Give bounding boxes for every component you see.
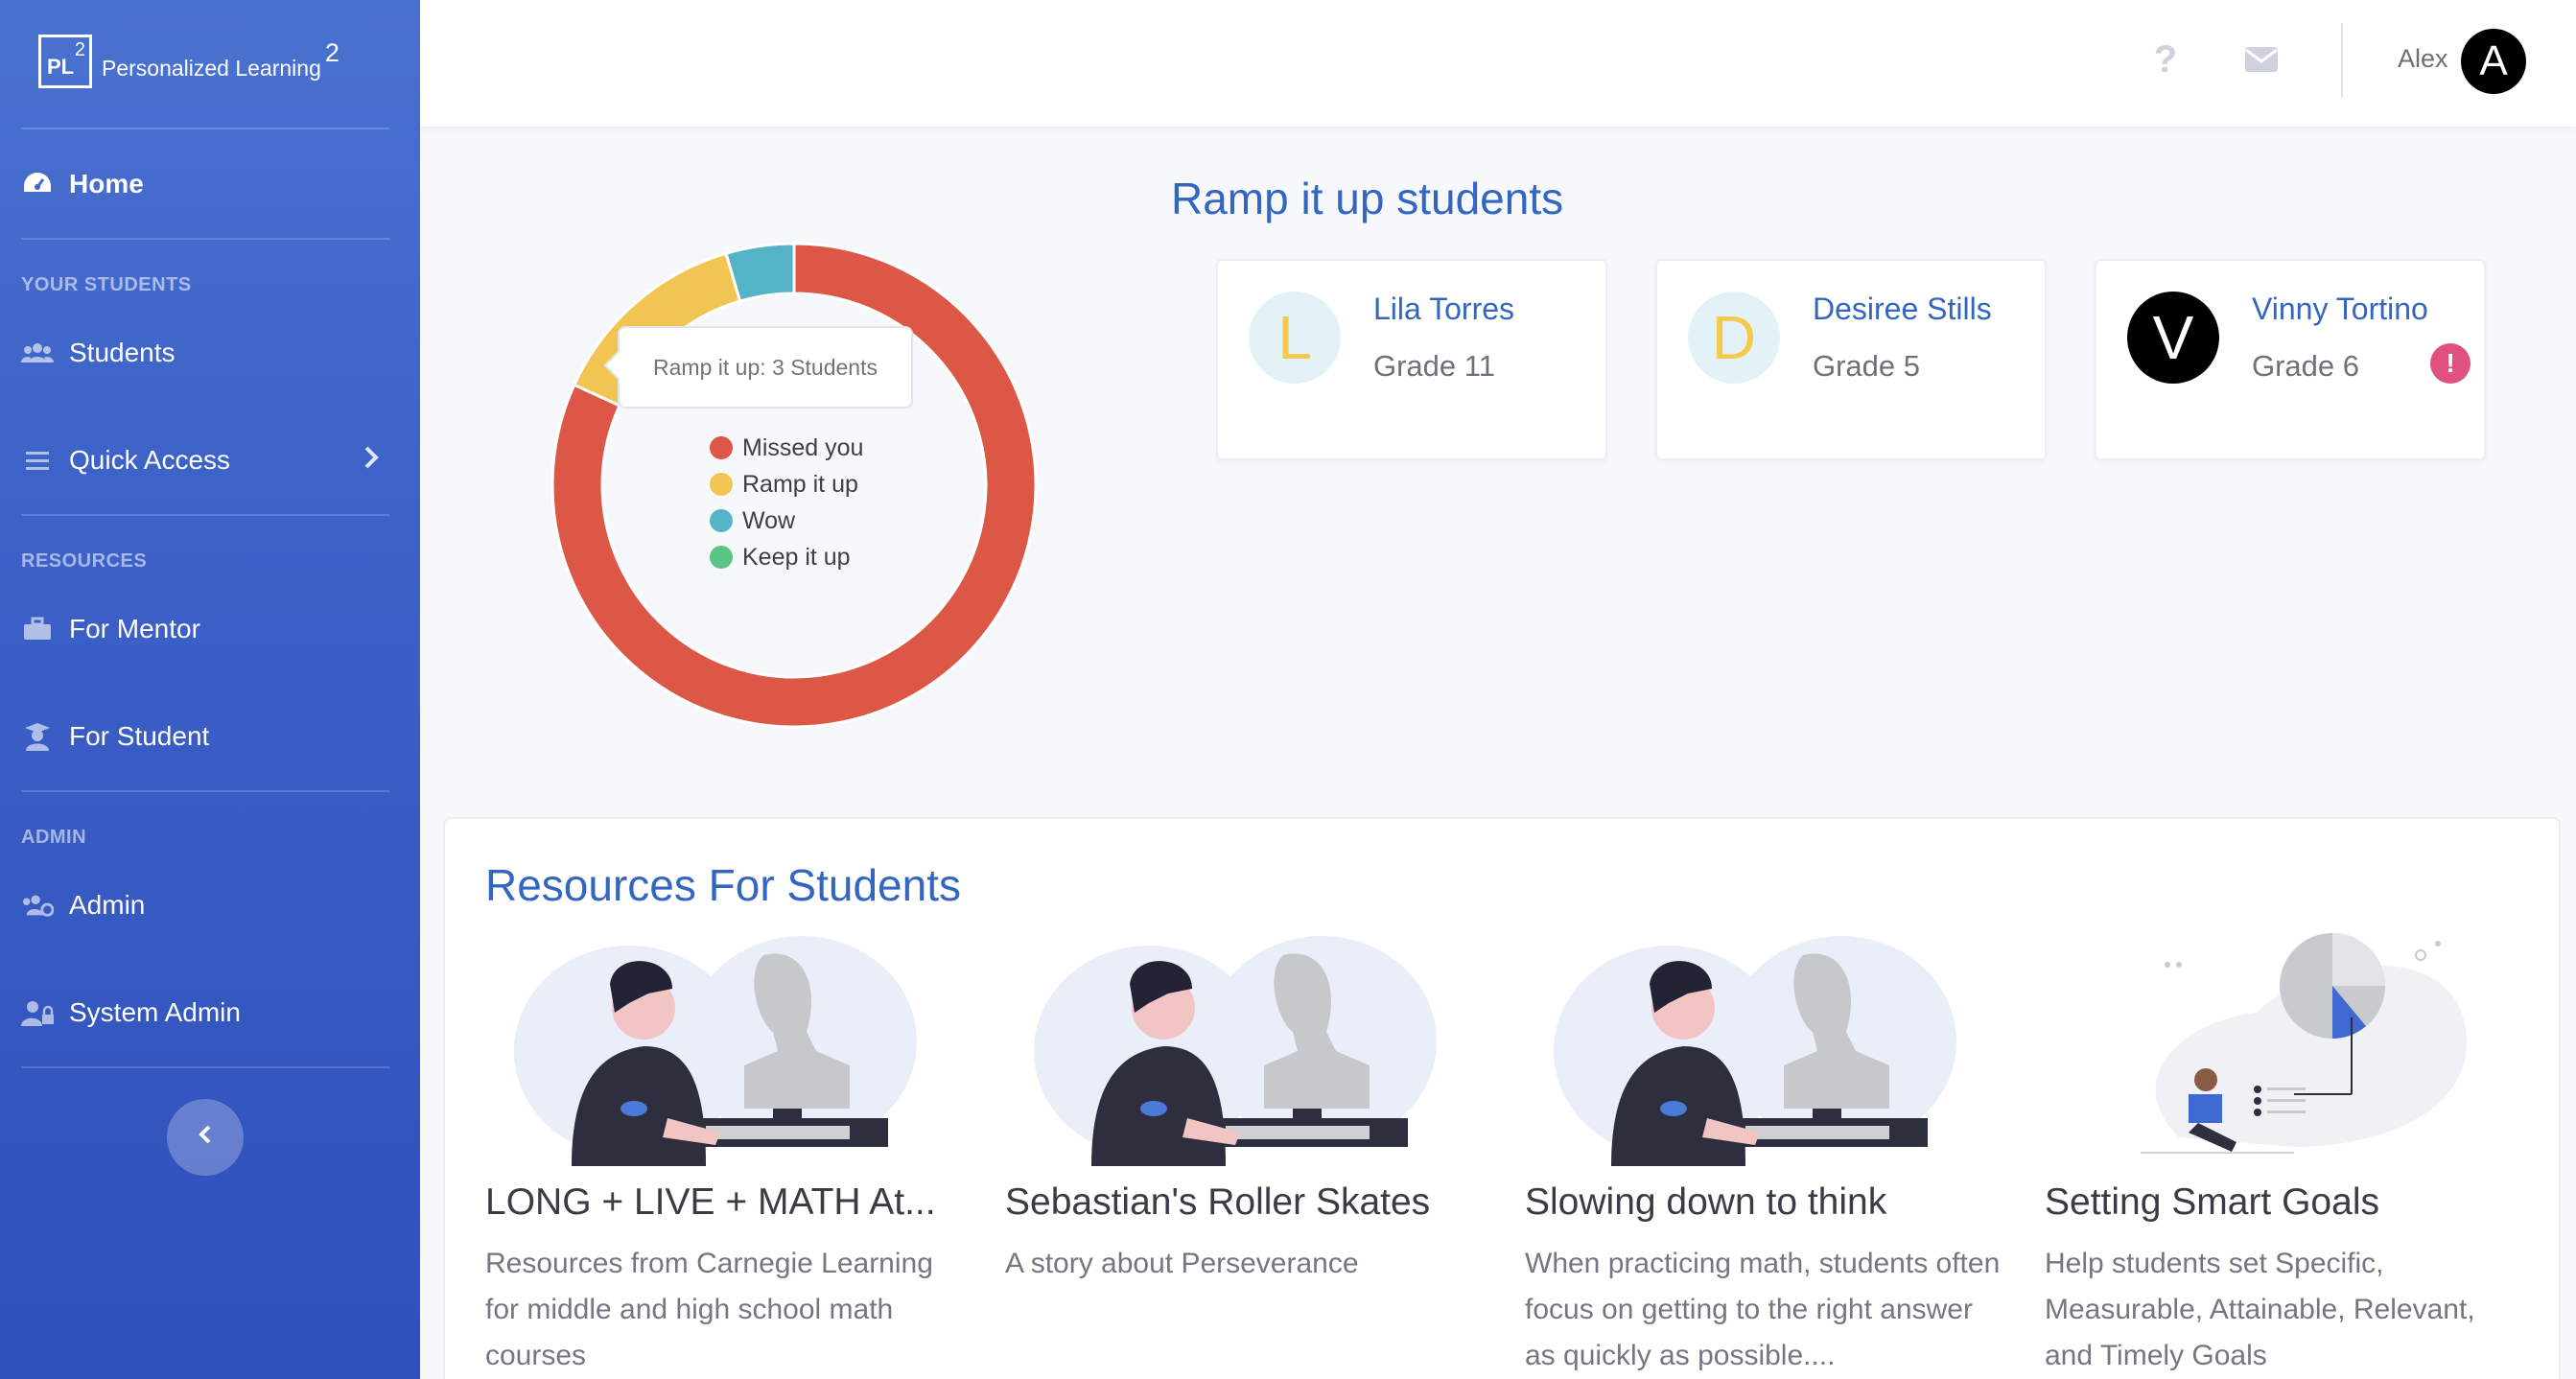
sidebar-item-label: For Mentor bbox=[69, 614, 200, 643]
user-name[interactable]: Alex bbox=[2398, 44, 2448, 74]
resource-card[interactable]: Sebastian's Roller Skates A story about … bbox=[1005, 926, 1485, 1287]
divider bbox=[21, 514, 389, 516]
logo-sup: 2 bbox=[74, 39, 85, 60]
student-grade: Grade 5 bbox=[1813, 349, 1921, 383]
resources-title: Resources For Students bbox=[485, 860, 962, 910]
student-icon bbox=[21, 720, 54, 753]
chart-legend: Missed you Ramp it up Wow Keep it up bbox=[710, 430, 863, 575]
user-lock-icon bbox=[21, 996, 54, 1029]
resource-desc: Resources from Carnegie Learning for mid… bbox=[485, 1248, 933, 1371]
divider bbox=[21, 128, 389, 129]
brand-sup: 2 bbox=[324, 38, 340, 67]
brand[interactable]: PL 2 Personalized Learning 2 bbox=[38, 35, 340, 88]
legend-dot bbox=[710, 546, 733, 569]
resource-desc: A story about Perseverance bbox=[1005, 1248, 1359, 1279]
sidebar-collapse-button[interactable] bbox=[167, 1099, 244, 1176]
legend-label: Keep it up bbox=[742, 543, 851, 571]
section-label-admin: ADMIN bbox=[21, 827, 87, 848]
sidebar: PL 2 Personalized Learning 2 Home YOUR S… bbox=[0, 0, 420, 1379]
legend-item[interactable]: Wow bbox=[710, 503, 863, 539]
chart-tooltip: Ramp it up: 3 Students bbox=[618, 326, 913, 409]
resource-card[interactable]: Setting Smart Goals Help students set Sp… bbox=[2045, 926, 2524, 1379]
dashboard-icon bbox=[21, 168, 54, 200]
student-sculpting-illustration bbox=[1005, 926, 1485, 1172]
resources-panel: Resources For Students LONG + LIVE + MAT… bbox=[443, 817, 2561, 1379]
divider bbox=[21, 238, 389, 240]
student-card[interactable]: V Vinny Tortino Grade 6 ! bbox=[2095, 259, 2486, 460]
legend-item[interactable]: Keep it up bbox=[710, 539, 863, 575]
menu-icon bbox=[21, 444, 54, 477]
chevron-right-icon bbox=[363, 445, 380, 477]
sidebar-item-for-mentor[interactable]: For Mentor bbox=[21, 600, 389, 658]
sidebar-item-for-student[interactable]: For Student bbox=[21, 708, 389, 765]
student-sculpting-illustration bbox=[1525, 926, 2004, 1172]
avatar: V bbox=[2127, 292, 2219, 384]
avatar: D bbox=[1688, 292, 1780, 384]
student-card[interactable]: D Desiree Stills Grade 5 bbox=[1655, 259, 2047, 460]
sidebar-item-label: For Student bbox=[69, 721, 210, 751]
resource-desc: When practicing math, students often foc… bbox=[1525, 1248, 2001, 1371]
resource-name[interactable]: Slowing down to think bbox=[1525, 1181, 2004, 1224]
resource-name[interactable]: Setting Smart Goals bbox=[2045, 1181, 2524, 1224]
topbar-separator bbox=[2341, 23, 2343, 98]
legend-label: Wow bbox=[742, 506, 796, 534]
sidebar-item-label: Students bbox=[69, 338, 176, 367]
student-sculpting-illustration bbox=[485, 926, 965, 1172]
question-icon[interactable]: ? bbox=[2146, 38, 2185, 86]
sidebar-item-admin[interactable]: Admin bbox=[21, 876, 389, 934]
divider bbox=[21, 1066, 389, 1068]
legend-dot bbox=[710, 436, 733, 459]
section-label-your-students: YOUR STUDENTS bbox=[21, 274, 192, 295]
resource-card[interactable]: Slowing down to think When practicing ma… bbox=[1525, 926, 2004, 1379]
donut-slice-wow[interactable] bbox=[724, 242, 796, 303]
student-grade: Grade 11 bbox=[1373, 349, 1495, 383]
divider bbox=[21, 790, 389, 792]
student-name[interactable]: Vinny Tortino bbox=[2252, 292, 2428, 327]
brand-name: Personalized Learning bbox=[102, 56, 321, 81]
alert-badge[interactable]: ! bbox=[2430, 343, 2471, 384]
legend-dot bbox=[710, 473, 733, 496]
sidebar-item-quick-access[interactable]: Quick Access bbox=[21, 432, 389, 489]
toolbox-icon bbox=[21, 613, 54, 645]
resource-card[interactable]: LONG + LIVE + MATH At... Resources from … bbox=[485, 926, 965, 1379]
brand-logo: PL 2 bbox=[38, 35, 92, 88]
student-card[interactable]: L Lila Torres Grade 11 bbox=[1216, 259, 1607, 460]
sidebar-item-label: Admin bbox=[69, 890, 146, 920]
avatar[interactable]: A bbox=[2461, 29, 2526, 94]
student-name[interactable]: Lila Torres bbox=[1373, 292, 1514, 327]
envelope-icon[interactable] bbox=[2244, 46, 2279, 75]
legend-item[interactable]: Ramp it up bbox=[710, 466, 863, 503]
sidebar-item-label: System Admin bbox=[69, 997, 241, 1027]
student-grade: Grade 6 bbox=[2252, 349, 2360, 383]
legend-dot bbox=[710, 509, 733, 532]
goals-chart-illustration bbox=[2045, 926, 2524, 1172]
resource-desc: Help students set Specific, Measurable, … bbox=[2045, 1248, 2475, 1371]
sidebar-item-system-admin[interactable]: System Admin bbox=[21, 984, 389, 1041]
sidebar-item-students[interactable]: Students bbox=[21, 324, 389, 382]
sidebar-item-label: Home bbox=[69, 169, 144, 199]
chevron-left-icon bbox=[198, 1121, 213, 1154]
section-label-resources: RESOURCES bbox=[21, 550, 148, 572]
avatar: L bbox=[1249, 292, 1341, 384]
legend-label: Ramp it up bbox=[742, 470, 858, 498]
resource-name[interactable]: Sebastian's Roller Skates bbox=[1005, 1181, 1485, 1224]
legend-item[interactable]: Missed you bbox=[710, 430, 863, 466]
logo-text: PL bbox=[47, 55, 75, 79]
users-cog-icon bbox=[21, 889, 54, 922]
student-name[interactable]: Desiree Stills bbox=[1813, 292, 1992, 327]
users-icon bbox=[21, 337, 54, 369]
sidebar-item-home[interactable]: Home bbox=[21, 155, 389, 213]
resource-name[interactable]: LONG + LIVE + MATH At... bbox=[485, 1181, 965, 1224]
ramp-title: Ramp it up students bbox=[1171, 174, 1564, 223]
sidebar-item-label: Quick Access bbox=[69, 445, 231, 475]
legend-label: Missed you bbox=[742, 433, 864, 461]
